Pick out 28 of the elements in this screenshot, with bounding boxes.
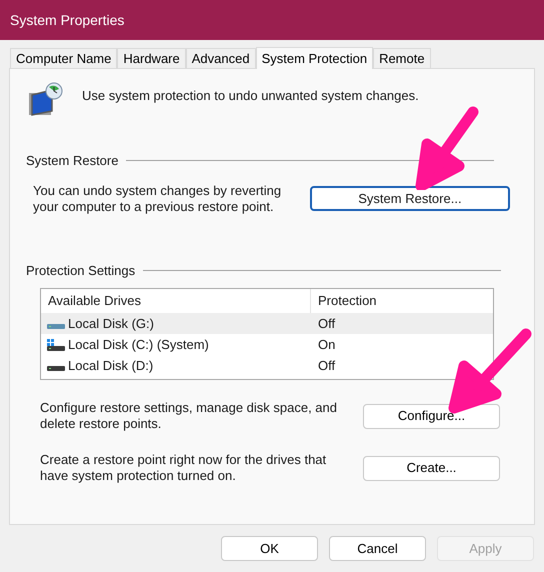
dialog-button[interactable]: Configure... [363, 404, 500, 428]
system-restore-button[interactable]: System Restore... [310, 186, 510, 211]
dialog-button[interactable]: OK [221, 536, 318, 561]
configure-description: Configure restore settings, manage disk space, and delete restore points. [40, 400, 338, 432]
column-header[interactable]: Protection [311, 291, 377, 311]
drive-icon [47, 366, 65, 371]
restore-description: You can undo system changes by reverting your computer to a previous restore point. [33, 182, 282, 214]
drive-name: Local Disk (D:) [68, 356, 154, 375]
drive-icon [47, 338, 65, 350]
window-title: System Properties [10, 10, 124, 30]
protection-status: On [317, 336, 336, 354]
tab[interactable]: Computer Name [10, 48, 118, 68]
tab[interactable]: Remote [373, 48, 431, 68]
drive-name: Local Disk (C:) (System) [68, 336, 209, 354]
section-heading: Protection Settings [26, 262, 136, 280]
dialog-button[interactable]: Create... [363, 456, 500, 480]
intro-text: Use system protection to undo unwanted system changes. [82, 87, 419, 106]
drive-icon [47, 324, 65, 329]
tab[interactable]: Advanced [186, 48, 256, 68]
tab[interactable]: Hardware [117, 48, 186, 68]
drive-name: Local Disk (G:) [68, 314, 154, 333]
section-heading: System Restore [26, 152, 118, 170]
drive-row[interactable]: Local Disk (G:) Off [41, 313, 493, 334]
protection-status: Off [317, 356, 336, 375]
dialog-button[interactable]: Cancel [329, 536, 426, 561]
protection-status: Off [317, 314, 336, 333]
create-description: Create a restore point right now for the drives that have system protection turned on. [40, 452, 328, 484]
tab[interactable]: System Protection [256, 47, 374, 69]
